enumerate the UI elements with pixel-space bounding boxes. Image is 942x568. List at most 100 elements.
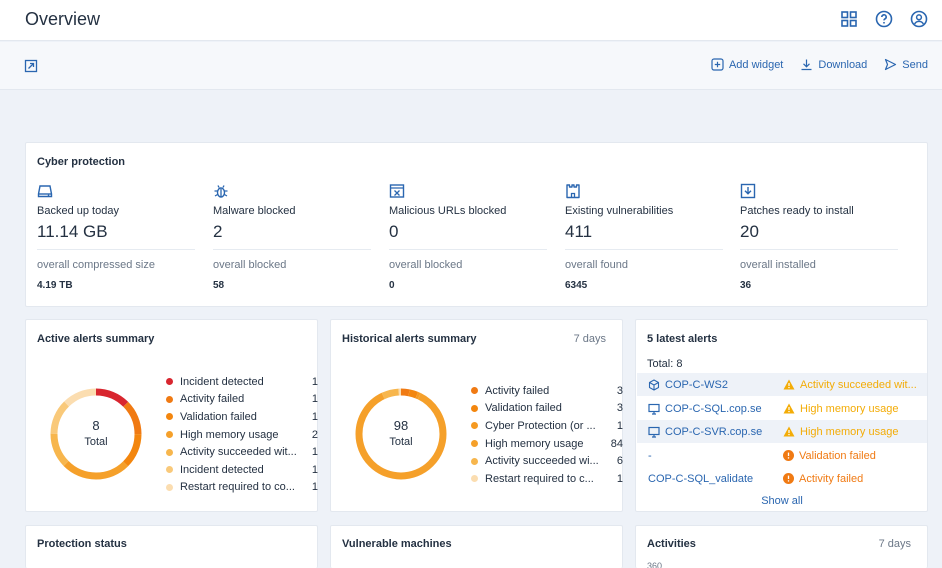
malware-blocked-metric: Malware blocked 2 overall blocked 58 [213, 183, 371, 291]
legend-dot [166, 378, 173, 386]
patch-download-icon [740, 183, 756, 199]
legend-dot [166, 483, 173, 491]
alert-row[interactable]: COP-C-SQL.cop.se High memory usage [637, 397, 927, 420]
legend-count: 1 [311, 393, 318, 406]
metric-sublabel: overall installed [740, 259, 816, 271]
legend-count: 1 [311, 446, 318, 459]
page-title: Overview [25, 9, 101, 29]
donut-total-value: 98 [393, 418, 409, 433]
grid-icon[interactable] [840, 10, 858, 28]
alert-machine-link[interactable]: COP-C-SVR.cop.se [665, 426, 762, 438]
latest-alerts-widget: 5 latest alerts Total: 8 COP-C-WS2 Activ… [635, 319, 928, 512]
legend-item[interactable]: Incident detected 1 [166, 373, 318, 391]
metric-label: Malware blocked [213, 205, 296, 217]
metric-value: 20 [740, 222, 898, 250]
box-icon [648, 378, 660, 391]
expand-icon[interactable] [24, 59, 38, 73]
metric-subvalue: 4.19 TB [37, 280, 73, 291]
show-all-link[interactable]: Show all [636, 495, 928, 507]
legend-count: 1 [616, 472, 623, 485]
vulnerable-machines-widget: Vulnerable machines [330, 525, 623, 568]
donut-total-label: Total [84, 436, 108, 448]
metric-value: 11.14 GB [37, 222, 195, 250]
error-icon [783, 473, 794, 484]
help-icon[interactable] [875, 10, 893, 28]
drive-icon [37, 183, 53, 199]
alert-name: Activity failed [799, 472, 864, 485]
legend-count: 3 [616, 384, 623, 397]
header-icons [840, 10, 928, 28]
top-bar: Overview [0, 0, 942, 41]
legend-label: Activity succeeded wi... [485, 455, 599, 468]
legend-item[interactable]: Validation failed 3 [471, 400, 623, 418]
legend-item[interactable]: Activity succeeded wi... 6 [471, 452, 623, 470]
metric-subvalue: 36 [740, 280, 752, 291]
legend-dot [166, 413, 173, 421]
malicious-urls-blocked-metric: Malicious URLs blocked 0 overall blocked… [389, 183, 547, 291]
account-icon[interactable] [910, 10, 928, 28]
legend-label: Activity succeeded wit... [180, 446, 297, 459]
metric-sublabel: overall blocked [389, 259, 463, 271]
legend-item[interactable]: Incident detected 1 [166, 461, 318, 479]
alert-row[interactable]: - Validation failed [637, 444, 927, 467]
download-button[interactable]: Download [800, 58, 867, 71]
alert-machine-link[interactable]: - [648, 450, 652, 462]
legend-label: Validation failed [485, 402, 562, 415]
legend-item[interactable]: High memory usage 2 [166, 426, 318, 444]
metric-label: Malicious URLs blocked [389, 205, 507, 217]
legend-label: Restart required to co... [180, 481, 295, 494]
legend-label: Activity failed [485, 384, 550, 397]
metric-subvalue: 58 [213, 280, 225, 291]
legend-label: High memory usage [180, 428, 279, 441]
historical-alerts-summary-widget: Historical alerts summary 7 days 98 Tota… [330, 319, 623, 512]
legend-item[interactable]: High memory usage 84 [471, 435, 623, 453]
legend-item[interactable]: Cyber Protection (or ... 1 [471, 417, 623, 435]
existing-vulnerabilities-metric: Existing vulnerabilities 411 overall fou… [565, 183, 723, 291]
historical-alerts-period: 7 days [573, 333, 606, 345]
donut-segment[interactable] [355, 388, 447, 480]
alert-machine-link[interactable]: COP-C-WS2 [665, 379, 728, 391]
donut-total-value: 8 [92, 418, 100, 433]
metric-sublabel: overall found [565, 259, 628, 271]
historical-alerts-donut[interactable]: 98 Total [353, 386, 449, 482]
legend-dot [166, 395, 173, 403]
legend-count: 2 [311, 428, 318, 441]
active-alerts-donut[interactable]: 8 Total [48, 386, 144, 482]
dashboard-toolbar: Add widget Download Send [0, 42, 942, 90]
metric-sublabel: overall blocked [213, 259, 287, 271]
legend-label: Incident detected [180, 463, 264, 476]
historical-alerts-title: Historical alerts summary [342, 333, 477, 345]
metric-label: Patches ready to install [740, 205, 854, 217]
cyber-protection-widget: Cyber protection Backed up today 11.14 G… [25, 142, 928, 307]
legend-item[interactable]: Restart required to co... 1 [166, 479, 318, 497]
backed-up-today-metric: Backed up today 11.14 GB overall compres… [37, 183, 195, 291]
legend-count: 1 [311, 375, 318, 388]
alert-machine-link[interactable]: COP-C-SQL.cop.se [665, 403, 762, 415]
legend-item[interactable]: Restart required to c... 1 [471, 470, 623, 488]
alert-row[interactable]: COP-C-SVR.cop.se High memory usage [637, 420, 927, 443]
legend-count: 1 [616, 419, 623, 432]
send-icon [885, 58, 897, 71]
metric-value: 0 [389, 222, 547, 250]
add-widget-label: Add widget [728, 58, 784, 71]
alert-machine-link[interactable]: COP-C-SQL_validate [648, 473, 753, 485]
legend-item[interactable]: Activity succeeded wit... 1 [166, 443, 318, 461]
monitor-icon [648, 426, 660, 438]
castle-icon [565, 183, 581, 199]
send-button[interactable]: Send [884, 58, 928, 71]
activities-widget: Activities 7 days 360 [635, 525, 928, 568]
alert-name: High memory usage [800, 402, 899, 415]
add-widget-button[interactable]: Add widget [711, 58, 783, 71]
metric-subvalue: 0 [389, 280, 395, 291]
warning-icon [783, 403, 795, 414]
active-alerts-summary-widget: Active alerts summary 8 Total Incident d… [25, 319, 318, 512]
legend-item[interactable]: Activity failed 1 [166, 391, 318, 409]
plus-square-icon [711, 58, 724, 71]
alert-row[interactable]: COP-C-SQL_validate Activity failed [637, 467, 927, 490]
legend-dot [471, 440, 478, 448]
legend-item[interactable]: Activity failed 3 [471, 382, 623, 400]
legend-dot [166, 466, 173, 474]
alert-row[interactable]: COP-C-WS2 Activity succeeded wit... [637, 373, 927, 396]
cyber-protection-title: Cyber protection [37, 156, 126, 168]
legend-item[interactable]: Validation failed 1 [166, 408, 318, 426]
